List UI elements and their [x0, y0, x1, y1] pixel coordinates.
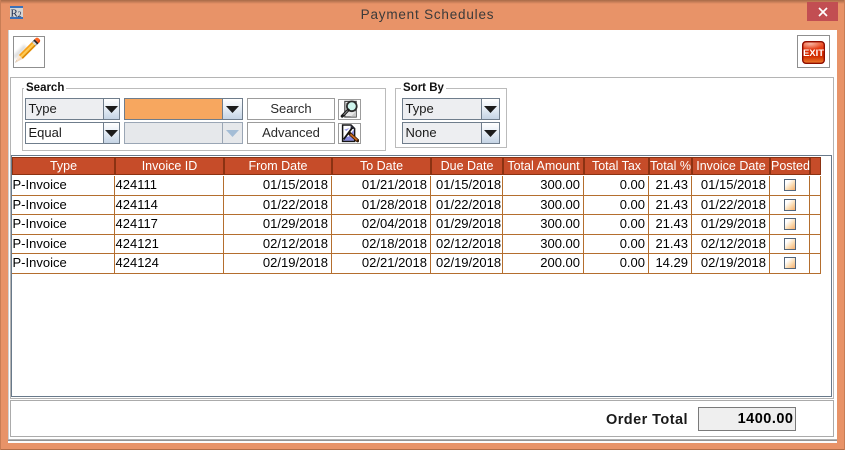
- svg-text:EXIT: EXIT: [803, 48, 824, 59]
